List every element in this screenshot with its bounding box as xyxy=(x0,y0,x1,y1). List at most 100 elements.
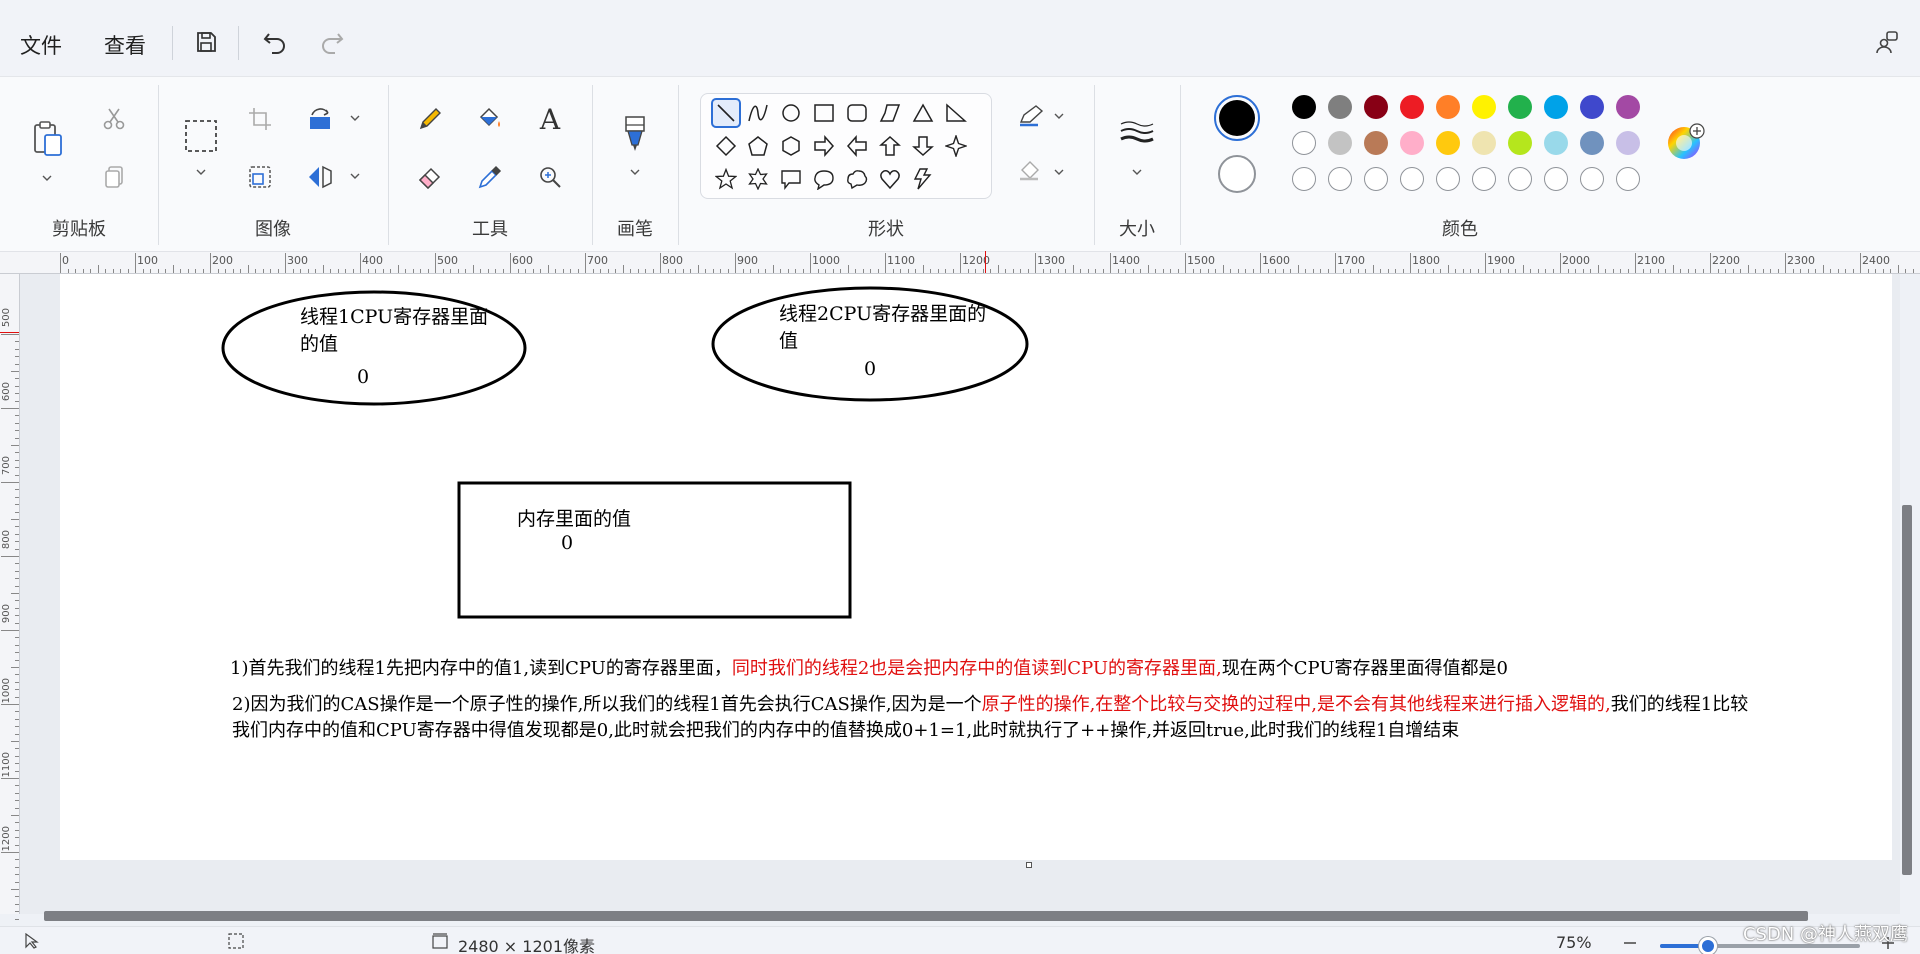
color-swatch[interactable] xyxy=(1364,131,1388,155)
shape-right-triangle[interactable] xyxy=(941,98,971,128)
ruler-tick xyxy=(15,533,19,535)
shape-right-arrow[interactable] xyxy=(809,131,839,161)
vertical-scrollbar-thumb[interactable] xyxy=(1902,505,1912,875)
ruler-tick xyxy=(15,393,19,395)
color-swatch[interactable] xyxy=(1472,95,1496,119)
ruler-tick xyxy=(1740,269,1741,273)
color1-active-swatch[interactable] xyxy=(1214,95,1260,141)
undo-button[interactable] xyxy=(255,22,295,62)
ruler-tick xyxy=(1537,269,1539,273)
shape-rounded-rectangle[interactable] xyxy=(842,98,872,128)
shape-rectangle[interactable] xyxy=(809,98,839,128)
shape-oval[interactable] xyxy=(776,98,806,128)
shape-diamond[interactable] xyxy=(711,131,741,161)
size-dropdown-chevron-icon[interactable] xyxy=(1130,165,1144,179)
custom-color-slot[interactable] xyxy=(1292,167,1316,191)
ruler-tick-label: 1000 xyxy=(812,254,840,267)
shape-pentagon[interactable] xyxy=(743,131,773,161)
ruler-tick xyxy=(780,269,781,273)
zoom-out-icon[interactable] xyxy=(1622,935,1638,951)
color-swatch[interactable] xyxy=(1400,95,1424,119)
color-swatch[interactable] xyxy=(1616,131,1640,155)
ruler-tick xyxy=(15,674,19,676)
color-swatch[interactable] xyxy=(1436,131,1460,155)
ruler-tick-label: 1000 xyxy=(1,678,12,704)
shape-line[interactable] xyxy=(711,98,741,128)
horizontal-scrollbar-thumb[interactable] xyxy=(44,911,1808,921)
shape-rect-callout[interactable] xyxy=(776,164,806,194)
save-button[interactable] xyxy=(186,22,226,62)
ruler-tick xyxy=(1515,269,1516,273)
color-swatch[interactable] xyxy=(1508,131,1532,155)
ruler-tick xyxy=(210,253,211,273)
color-swatch[interactable] xyxy=(1580,95,1604,119)
shape-five-point-star[interactable] xyxy=(711,164,741,194)
menu-view[interactable]: 查看 xyxy=(104,30,146,60)
shape-left-arrow[interactable] xyxy=(842,131,872,161)
ruler-tick xyxy=(1582,269,1584,273)
canvas-resize-handle[interactable] xyxy=(1026,862,1032,868)
color-swatch[interactable] xyxy=(1292,131,1316,155)
color-swatch[interactable] xyxy=(1364,95,1388,119)
shape-down-arrow[interactable] xyxy=(908,131,938,161)
color2-swatch[interactable] xyxy=(1218,155,1256,193)
color-swatch[interactable] xyxy=(1508,95,1532,119)
outline-dropdown-chevron-icon[interactable] xyxy=(1052,109,1066,123)
hexagon-icon xyxy=(782,136,800,156)
color-swatch[interactable] xyxy=(1400,131,1424,155)
ruler-tick xyxy=(1552,269,1554,273)
color-swatch[interactable] xyxy=(1544,95,1568,119)
color-swatch[interactable] xyxy=(1616,95,1640,119)
color-swatch[interactable] xyxy=(1544,131,1568,155)
fill-shape-button[interactable] xyxy=(1010,149,1054,193)
color-swatch[interactable] xyxy=(1328,95,1352,119)
ruler-tick xyxy=(15,422,19,424)
custom-color-slot[interactable] xyxy=(1544,167,1568,191)
shape-four-point-star[interactable] xyxy=(941,131,971,161)
color-swatch[interactable] xyxy=(1436,95,1460,119)
line-thickness-icon xyxy=(1120,121,1154,143)
menu-separator xyxy=(172,26,173,60)
shape-hexagon[interactable] xyxy=(776,131,806,161)
shape-oval-callout[interactable] xyxy=(809,164,839,194)
size-button[interactable] xyxy=(1114,111,1160,157)
ruler-tick xyxy=(15,385,19,387)
custom-color-slot[interactable] xyxy=(1400,167,1424,191)
ruler-tick xyxy=(1485,253,1486,273)
shape-heart[interactable] xyxy=(875,164,905,194)
color-swatch[interactable] xyxy=(1472,131,1496,155)
menu-file[interactable]: 文件 xyxy=(20,30,62,60)
ruler-tick xyxy=(1605,269,1606,273)
shape-cloud-callout[interactable] xyxy=(842,164,872,194)
shape-triangle[interactable] xyxy=(908,98,938,128)
custom-color-slot[interactable] xyxy=(1508,167,1532,191)
four-point-star-icon xyxy=(945,135,967,157)
color-swatch[interactable] xyxy=(1580,131,1604,155)
zoom-slider-thumb[interactable] xyxy=(1699,937,1717,954)
custom-color-slot[interactable] xyxy=(1328,167,1352,191)
edit-colors-button[interactable] xyxy=(1664,119,1708,163)
redo-button[interactable] xyxy=(312,22,352,62)
color-swatch[interactable] xyxy=(1328,131,1352,155)
outline-button[interactable] xyxy=(1010,93,1054,137)
drawing-canvas[interactable]: 线程1CPU寄存器里面 的值 0 线程2CPU寄存器里面的 值 0 内存里面的值… xyxy=(60,274,1892,868)
color-swatch[interactable] xyxy=(1292,95,1316,119)
shape-up-arrow[interactable] xyxy=(875,131,905,161)
custom-color-slot[interactable] xyxy=(1364,167,1388,191)
ruler-tick xyxy=(1440,269,1441,273)
shape-polygon[interactable] xyxy=(875,98,905,128)
custom-color-slot[interactable] xyxy=(1580,167,1604,191)
fill-shape-dropdown-chevron-icon[interactable] xyxy=(1052,165,1066,179)
share-button[interactable] xyxy=(1868,22,1908,62)
shape-lightning[interactable] xyxy=(908,164,938,194)
custom-color-slot[interactable] xyxy=(1472,167,1496,191)
shape-curve[interactable] xyxy=(743,98,773,128)
shape-six-point-star[interactable] xyxy=(743,164,773,194)
custom-color-slot[interactable] xyxy=(1616,167,1640,191)
ellipse1-label-line1: 线程1CPU寄存器里面 xyxy=(300,306,489,328)
ruler-tick xyxy=(765,269,766,273)
custom-color-slot[interactable] xyxy=(1436,167,1460,191)
ruler-tick xyxy=(1237,269,1239,273)
ruler-tick xyxy=(435,253,436,273)
ruler-tick-label: 900 xyxy=(1,604,12,624)
